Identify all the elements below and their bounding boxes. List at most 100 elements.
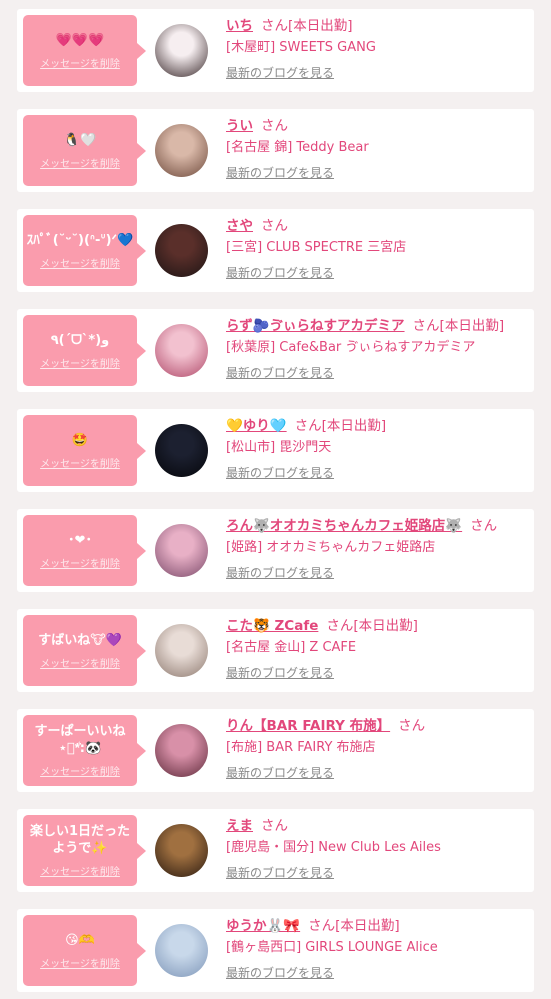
cast-status: さん[本日出勤] (294, 418, 387, 434)
message-text: 楽しい1日だったようで✨ (29, 824, 131, 856)
delete-message-link[interactable]: メッセージを削除 (40, 555, 120, 570)
avatar[interactable] (155, 24, 208, 77)
message-card: 😘🫶 メッセージを削除 ゆうか🐰🎀 さん[本日出勤] [鶴ヶ島西口] GIRLS … (17, 909, 534, 992)
latest-blog-link[interactable]: 最新のブログを見る (226, 864, 334, 881)
cast-info: うい さん [名古屋 錦] Teddy Bear 最新のブログを見る (226, 115, 530, 181)
message-card: 🐧🤍 メッセージを削除 うい さん [名古屋 錦] Teddy Bear 最新のブ… (17, 109, 534, 192)
cast-status: さん[本日出勤] (308, 918, 400, 934)
avatar[interactable] (155, 424, 208, 477)
cast-status: さん[本日出勤] (412, 318, 505, 334)
delete-message-link[interactable]: メッセージを削除 (40, 763, 120, 778)
message-text: 💗💗💗 (55, 32, 105, 48)
delete-message-link[interactable]: メッセージを削除 (40, 355, 120, 370)
message-bubble: ｽﾊﾟﾞ(˘ᵕ˘)(ᐢ-ᐡ)ᐟ💙 メッセージを削除 (23, 215, 146, 286)
cast-status: さん[本日出勤] (326, 618, 418, 634)
message-card: ٩(ˊᗜˋ*)و メッセージを削除 らず🫐ゔぃらねすアカデミア さん[本日出勤] … (17, 309, 534, 392)
latest-blog-link[interactable]: 最新のブログを見る (226, 564, 334, 581)
cast-info: ゆうか🐰🎀 さん[本日出勤] [鶴ヶ島西口] GIRLS LOUNGE Alice… (226, 915, 530, 981)
message-bubble: 楽しい1日だったようで✨ メッセージを削除 (23, 815, 146, 886)
delete-message-link[interactable]: メッセージを削除 (40, 863, 120, 878)
shop-name: [名古屋 錦] Teddy Bear (226, 140, 369, 155)
latest-blog-link[interactable]: 最新のブログを見る (226, 264, 334, 281)
avatar[interactable] (155, 724, 208, 777)
shop-name: [松山市] 毘沙門天 (226, 440, 332, 455)
message-text: 🤩 (71, 432, 89, 448)
message-card: すばいね🐮💜 メッセージを削除 こた🐯 ZCafe さん[本日出勤] [名古屋 金… (17, 609, 534, 692)
message-text: ٩(ˊᗜˋ*)و (50, 332, 110, 348)
cast-name-link[interactable]: ろん🐺オオカミちゃんカフェ姫路店🐺 (226, 518, 462, 534)
avatar[interactable] (155, 324, 208, 377)
avatar[interactable] (155, 124, 208, 177)
cast-name-link[interactable]: こた🐯 ZCafe (226, 618, 318, 634)
message-bubble: すーぱーいいね⋆͛*͛:🐼 メッセージを削除 (23, 715, 146, 786)
message-bubble: すばいね🐮💜 メッセージを削除 (23, 615, 146, 686)
cast-info: ろん🐺オオカミちゃんカフェ姫路店🐺 さん [姫路] オオカミちゃんカフェ姫路店 最… (226, 515, 530, 581)
cast-name-link[interactable]: えま (226, 818, 253, 834)
cast-name-link[interactable]: うい (226, 118, 253, 134)
shop-name: [三宮] CLUB SPECTRE 三宮店 (226, 240, 407, 255)
message-text: ･❤︎･ (68, 532, 92, 548)
message-text: すーぱーいいね⋆͛*͛:🐼 (34, 724, 126, 756)
message-text: 🐧🤍 (63, 132, 97, 148)
delete-message-link[interactable]: メッセージを削除 (40, 255, 120, 270)
cast-info: えま さん [鹿児島・国分] New Club Les Ailes 最新のブログを… (226, 815, 530, 881)
cast-name-link[interactable]: りん【BAR FAIRY 布施】 (226, 718, 390, 734)
shop-name: [姫路] オオカミちゃんカフェ姫路店 (226, 540, 436, 555)
latest-blog-link[interactable]: 最新のブログを見る (226, 764, 334, 781)
shop-name: [鶴ヶ島西口] GIRLS LOUNGE Alice (226, 940, 438, 955)
latest-blog-link[interactable]: 最新のブログを見る (226, 64, 334, 81)
cast-status: さん (261, 118, 288, 134)
latest-blog-link[interactable]: 最新のブログを見る (226, 464, 334, 481)
avatar[interactable] (155, 624, 208, 677)
delete-message-link[interactable]: メッセージを削除 (40, 655, 120, 670)
delete-message-link[interactable]: メッセージを削除 (40, 455, 120, 470)
message-bubble: 😘🫶 メッセージを削除 (23, 915, 146, 986)
message-text: ｽﾊﾟﾞ(˘ᵕ˘)(ᐢ-ᐡ)ᐟ💙 (26, 232, 134, 248)
cast-info: こた🐯 ZCafe さん[本日出勤] [名古屋 金山] Z CAFE 最新のブログ… (226, 615, 530, 681)
cast-info: さや さん [三宮] CLUB SPECTRE 三宮店 最新のブログを見る (226, 215, 530, 281)
cast-name-link[interactable]: さや (226, 218, 253, 234)
message-text: 😘🫶 (65, 932, 95, 948)
cast-info: 💛ゆり🩵 さん[本日出勤] [松山市] 毘沙門天 最新のブログを見る (226, 415, 530, 481)
delete-message-link[interactable]: メッセージを削除 (40, 155, 120, 170)
message-card: ｽﾊﾟﾞ(˘ᵕ˘)(ᐢ-ᐡ)ᐟ💙 メッセージを削除 さや さん [三宮] CLUB… (17, 209, 534, 292)
message-bubble: 🐧🤍 メッセージを削除 (23, 115, 146, 186)
cast-info: らず🫐ゔぃらねすアカデミア さん[本日出勤] [秋葉原] Cafe&Bar ゔぃら… (226, 315, 530, 381)
delete-message-link[interactable]: メッセージを削除 (40, 955, 120, 970)
message-text: すばいね🐮💜 (38, 632, 122, 648)
latest-blog-link[interactable]: 最新のブログを見る (226, 964, 334, 981)
message-card: すーぱーいいね⋆͛*͛:🐼 メッセージを削除 りん【BAR FAIRY 布施】さ… (17, 709, 534, 792)
avatar[interactable] (155, 924, 208, 977)
message-card: ･❤︎･ メッセージを削除 ろん🐺オオカミちゃんカフェ姫路店🐺 さん [姫路] オ… (17, 509, 534, 592)
shop-name: [木屋町] SWEETS GANG (226, 40, 376, 55)
cast-status: さん[本日出勤] (261, 18, 353, 34)
cast-name-link[interactable]: 💛ゆり🩵 (226, 418, 287, 434)
delete-message-link[interactable]: メッセージを削除 (40, 55, 120, 70)
cast-name-link[interactable]: いち (226, 18, 253, 34)
latest-blog-link[interactable]: 最新のブログを見る (226, 664, 334, 681)
message-bubble: ･❤︎･ メッセージを削除 (23, 515, 146, 586)
message-card: 楽しい1日だったようで✨ メッセージを削除 えま さん [鹿児島・国分] New … (17, 809, 534, 892)
cast-info: いち さん[本日出勤] [木屋町] SWEETS GANG 最新のブログを見る (226, 15, 530, 81)
shop-name: [布施] BAR FAIRY 布施店 (226, 740, 376, 755)
avatar[interactable] (155, 824, 208, 877)
cast-name-link[interactable]: ゆうか🐰🎀 (226, 918, 300, 934)
cast-status: さん (261, 818, 288, 834)
message-bubble: 🤩 メッセージを削除 (23, 415, 146, 486)
cast-status: さん (261, 218, 288, 234)
cast-name-link[interactable]: らず🫐ゔぃらねすアカデミア (226, 318, 405, 334)
message-list: 💗💗💗 メッセージを削除 いち さん[本日出勤] [木屋町] SWEETS GAN… (0, 0, 551, 992)
avatar[interactable] (155, 524, 208, 577)
message-card: 💗💗💗 メッセージを削除 いち さん[本日出勤] [木屋町] SWEETS GAN… (17, 9, 534, 92)
message-card: 🤩 メッセージを削除 💛ゆり🩵 さん[本日出勤] [松山市] 毘沙門天 最新のブロ… (17, 409, 534, 492)
shop-name: [名古屋 金山] Z CAFE (226, 640, 357, 655)
shop-name: [鹿児島・国分] New Club Les Ailes (226, 840, 441, 855)
message-bubble: ٩(ˊᗜˋ*)و メッセージを削除 (23, 315, 146, 386)
avatar[interactable] (155, 224, 208, 277)
latest-blog-link[interactable]: 最新のブログを見る (226, 364, 334, 381)
latest-blog-link[interactable]: 最新のブログを見る (226, 164, 334, 181)
cast-status: さん (470, 518, 498, 534)
cast-status: さん (398, 718, 426, 734)
shop-name: [秋葉原] Cafe&Bar ゔぃらねすアカデミア (226, 340, 476, 355)
message-bubble: 💗💗💗 メッセージを削除 (23, 15, 146, 86)
